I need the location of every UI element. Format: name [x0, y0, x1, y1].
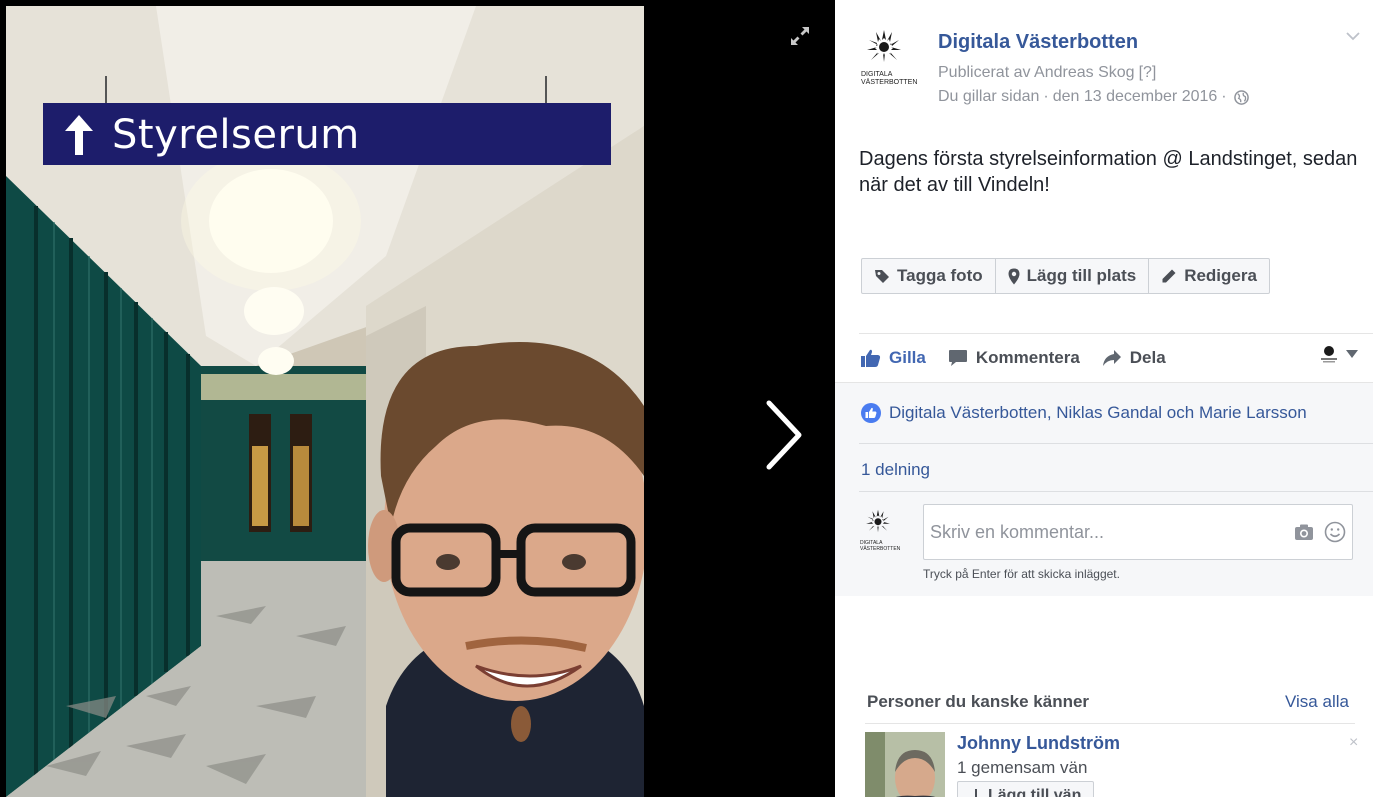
expand-icon[interactable] [788, 24, 812, 48]
post-panel: DIGITALA VÄSTERBOTTEN Digitala Västerbot… [835, 0, 1373, 797]
location-pin-icon [1008, 268, 1020, 284]
share-label: Dela [1129, 348, 1166, 367]
comment-label: Kommentera [975, 348, 1080, 367]
page-logo[interactable]: DIGITALA VÄSTERBOTTEN [859, 26, 918, 92]
emoji-icon[interactable] [1324, 521, 1346, 543]
like-button[interactable]: Gilla [861, 348, 926, 368]
page-avatar-small-icon [1321, 346, 1337, 363]
sign-text: Styrelserum [112, 112, 360, 158]
tag-photo-label: Tagga foto [897, 266, 983, 285]
camera-icon[interactable] [1294, 523, 1314, 541]
edit-button[interactable]: Redigera [1149, 259, 1269, 293]
photo-actions: Tagga foto Lägg till plats Redigera [861, 258, 1270, 294]
post-meta: Du gillar sidan · den 13 december 2016 · [938, 88, 1249, 106]
post-photo[interactable]: Styrelserum [6, 6, 644, 797]
sign: Styrelserum [64, 106, 360, 164]
add-location-button[interactable]: Lägg till plats [996, 259, 1150, 293]
divider [865, 723, 1355, 724]
liked-page-text: Du gillar sidan [938, 88, 1040, 105]
person-photo [865, 732, 945, 797]
page-name-link[interactable]: Digitala Västerbotten [938, 31, 1138, 54]
post-date-link[interactable]: den 13 december 2016 [1053, 88, 1218, 106]
enter-hint: Tryck på Enter för att skicka inlägget. [923, 567, 1120, 581]
share-button[interactable]: Dela [1102, 348, 1166, 368]
ufi-action-bar: Gilla Kommentera Dela [861, 344, 1166, 372]
divider [859, 491, 1373, 492]
add-friend-icon [975, 789, 977, 797]
mutual-friends-text[interactable]: 1 gemensam vän [957, 758, 1087, 778]
likers-row[interactable]: Digitala Västerbotten, Niklas Gandal och… [861, 403, 1307, 423]
published-by-text: Publicerat av Andreas Skog [938, 64, 1135, 81]
pencil-icon [1162, 269, 1176, 283]
add-friend-label: Lägg till vän [988, 787, 1082, 797]
post-text: Dagens första styrelseinformation @ Land… [859, 148, 1358, 196]
likers-text: Digitala Västerbotten, Niklas Gandal och… [889, 403, 1307, 422]
share-arrow-icon [1102, 350, 1121, 366]
comment-input[interactable] [930, 515, 1270, 549]
chevron-right-icon[interactable] [757, 395, 807, 475]
commenter-avatar: DIGITALA VÄSTERBOTTEN [860, 507, 901, 553]
logo-caption-line2: VÄSTERBOTTEN [861, 79, 918, 86]
add-location-label: Lägg till plats [1026, 266, 1137, 285]
pymk-title: Personer du kanske känner [867, 692, 1090, 711]
logo-caption-line2: VÄSTERBOTTEN [860, 546, 901, 552]
add-friend-button[interactable]: Lägg till vän [957, 781, 1095, 797]
star-logo-icon [866, 509, 890, 533]
see-all-link[interactable]: Visa alla [1285, 692, 1349, 712]
tag-icon [875, 270, 889, 283]
edit-label: Redigera [1184, 266, 1257, 285]
dismiss-suggestion-button[interactable]: × [1349, 734, 1358, 752]
feedback-section: Digitala Västerbotten, Niklas Gandal och… [835, 382, 1373, 596]
published-help-link[interactable]: [?] [1139, 64, 1157, 81]
logo-caption: DIGITALA VÄSTERBOTTEN [860, 540, 901, 552]
comment-icon [948, 350, 967, 366]
chevron-down-icon[interactable] [1345, 30, 1361, 42]
tag-photo-button[interactable]: Tagga foto [862, 259, 996, 293]
meta-separator: · [1043, 88, 1049, 105]
globe-icon[interactable] [1233, 89, 1249, 105]
divider [859, 333, 1373, 334]
up-arrow-icon [65, 115, 93, 155]
logo-caption: DIGITALA VÄSTERBOTTEN [861, 71, 918, 87]
like-reaction-icon [861, 403, 881, 423]
caret-down-icon [1346, 350, 1358, 358]
like-label: Gilla [889, 348, 926, 367]
acting-as-selector[interactable] [1318, 343, 1358, 365]
published-by: Publicerat av Andreas Skog [?] [938, 64, 1156, 82]
meta-separator: · [1221, 88, 1227, 105]
comment-button[interactable]: Kommentera [948, 348, 1080, 368]
person-avatar[interactable] [865, 732, 945, 797]
star-logo-icon [867, 30, 901, 62]
shares-link[interactable]: 1 delning [861, 460, 930, 480]
thumbs-up-icon [861, 349, 881, 367]
divider [859, 443, 1373, 444]
photo-viewer: Styrelserum [0, 0, 835, 797]
comment-composer [923, 504, 1353, 560]
logo-caption-line1: DIGITALA [861, 71, 893, 78]
person-name-link[interactable]: Johnny Lundström [957, 733, 1120, 754]
